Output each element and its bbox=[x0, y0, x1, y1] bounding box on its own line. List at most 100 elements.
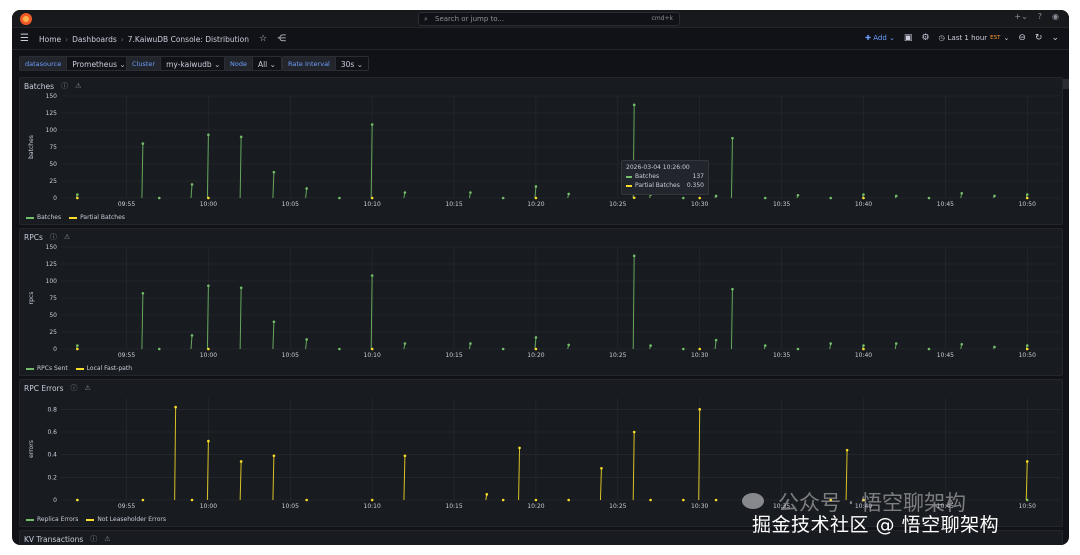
refresh-interval-chevron-icon[interactable]: ⌄ bbox=[1051, 33, 1059, 43]
data-point bbox=[272, 320, 276, 324]
series-line-segment bbox=[714, 340, 717, 350]
variable-node[interactable]: Node All ⌄ bbox=[224, 56, 282, 71]
data-point bbox=[632, 103, 636, 107]
tooltip-row: Partial Batches 0.350 bbox=[626, 182, 704, 189]
y-tick-label: 75 bbox=[49, 144, 57, 151]
data-point bbox=[698, 408, 702, 411]
series-line-segment bbox=[599, 468, 602, 501]
legend-item[interactable]: Partial Batches bbox=[69, 214, 125, 221]
data-point bbox=[370, 347, 374, 351]
variable-datasource[interactable]: datasource Prometheus ⌄ bbox=[19, 56, 132, 71]
x-tick-label: 10:15 bbox=[445, 503, 462, 510]
x-tick-label: 10:40 bbox=[855, 201, 872, 208]
variable-value[interactable]: my-kaiwudb ⌄ bbox=[161, 56, 227, 71]
x-tick-label: 10:00 bbox=[200, 201, 217, 208]
legend-swatch bbox=[69, 216, 78, 219]
panel-batches[interactable]: Batches ⓘ ⚠ 0 25 50 75 100 125 150 09:55 10:00 10… bbox=[19, 77, 1063, 225]
data-point bbox=[403, 191, 407, 194]
panel-rpcs[interactable]: RPCs ⓘ ⚠ 0 25 50 75 100 125 150 09:55 10:00 10:05… bbox=[19, 228, 1063, 376]
star-icon[interactable]: ☆ bbox=[259, 34, 267, 44]
y-axis-label: rpcs bbox=[28, 292, 35, 305]
legend-label: Partial Batches bbox=[80, 214, 125, 221]
variable-label: datasource bbox=[19, 56, 68, 71]
series-line-segment bbox=[174, 407, 177, 501]
plus-icon[interactable]: +⌄ bbox=[1014, 12, 1027, 21]
breadcrumb-home[interactable]: Home bbox=[39, 35, 61, 44]
breadcrumb-dashboards[interactable]: Dashboards bbox=[72, 35, 117, 44]
clock-icon: ◷ bbox=[938, 34, 945, 42]
legend-item[interactable]: RPCs Sent bbox=[26, 365, 68, 372]
menu-icon[interactable]: ☰ bbox=[20, 33, 29, 44]
x-tick-label: 09:55 bbox=[118, 201, 135, 208]
series-line-segment bbox=[239, 461, 242, 501]
data-point bbox=[305, 498, 308, 502]
data-point bbox=[1025, 196, 1029, 200]
warning-icon[interactable]: ⚠ bbox=[64, 233, 70, 241]
chart-batches[interactable]: 0 25 50 75 100 125 150 09:55 10:00 10:05 10:10 10:1… bbox=[20, 90, 1064, 226]
add-button[interactable]: ✚ Add ⌄ bbox=[865, 34, 895, 42]
warning-icon[interactable]: ⚠ bbox=[75, 82, 81, 90]
series-line-segment bbox=[272, 172, 275, 199]
save-icon[interactable]: ▣ bbox=[904, 33, 913, 43]
data-point bbox=[338, 347, 341, 351]
settings-icon[interactable]: ⚙ bbox=[921, 33, 929, 43]
series-line-segment bbox=[141, 143, 144, 199]
legend-item[interactable]: Local Fast-path bbox=[75, 365, 132, 372]
scrollbar-handle[interactable] bbox=[1063, 79, 1069, 89]
variable-value[interactable]: All ⌄ bbox=[252, 56, 282, 71]
x-tick-label: 10:20 bbox=[527, 503, 544, 510]
legend-label: Not Leaseholder Errors bbox=[97, 516, 166, 523]
help-icon[interactable]: ? bbox=[1038, 12, 1042, 21]
x-tick-label: 10:10 bbox=[364, 503, 381, 510]
x-tick-label: 10:15 bbox=[445, 352, 462, 359]
legend-swatch bbox=[75, 367, 84, 370]
data-point bbox=[272, 454, 276, 458]
data-point bbox=[796, 193, 800, 197]
x-tick-label: 09:55 bbox=[118, 503, 135, 510]
chart-rpcs[interactable]: 0 25 50 75 100 125 150 09:55 10:00 10:05 10:10 10:1… bbox=[20, 241, 1064, 377]
variable-value[interactable]: Prometheus ⌄ bbox=[67, 56, 132, 71]
grafana-logo-icon[interactable] bbox=[20, 13, 32, 25]
grafana-window: ⌕ Search or jump to... cmd+k +⌄ ? ◉ ☰ Ho… bbox=[12, 10, 1069, 545]
variable-cluster[interactable]: Cluster my-kaiwudb ⌄ bbox=[126, 56, 227, 71]
y-tick-label: 0.8 bbox=[47, 406, 57, 413]
x-tick-label: 10:10 bbox=[364, 201, 381, 208]
watermark: 公众号 · 悟空聊架构 掘金技术社区 @ 悟空聊架构 bbox=[742, 487, 1072, 545]
zoom-out-icon[interactable]: ⊖ bbox=[1018, 33, 1026, 43]
time-range-picker[interactable]: ◷ Last 1 hour EST ⌄ bbox=[939, 34, 1010, 42]
warning-icon[interactable]: ⚠ bbox=[85, 384, 91, 392]
data-point bbox=[1025, 347, 1029, 351]
x-tick-label: 10:35 bbox=[773, 352, 790, 359]
warning-icon[interactable]: ⚠ bbox=[104, 535, 110, 543]
legend-swatch bbox=[26, 367, 34, 370]
share-icon[interactable]: ⋲ bbox=[277, 34, 286, 44]
refresh-icon[interactable]: ↻ bbox=[1035, 33, 1043, 43]
series-line-segment bbox=[403, 455, 406, 501]
data-point bbox=[207, 284, 210, 288]
tooltip-swatch bbox=[626, 184, 632, 187]
data-point bbox=[469, 191, 472, 194]
legend-label: Batches bbox=[37, 214, 62, 221]
legend-item[interactable]: Not Leaseholder Errors bbox=[86, 516, 166, 523]
x-tick-label: 10:05 bbox=[282, 201, 299, 208]
series-line-segment bbox=[518, 447, 521, 501]
y-tick-label: 50 bbox=[49, 312, 57, 319]
info-icon[interactable]: ⓘ bbox=[90, 534, 97, 544]
news-icon[interactable]: ◉ bbox=[1052, 12, 1059, 21]
y-tick-label: 75 bbox=[49, 295, 57, 302]
time-range-label: Last 1 hour bbox=[947, 34, 988, 42]
data-point bbox=[796, 347, 800, 351]
chart-tooltip: 2026-03-04 10:26:00 Batches 137 Partial … bbox=[621, 160, 709, 195]
data-point bbox=[567, 192, 570, 196]
legend-item[interactable]: Batches bbox=[26, 214, 61, 221]
variable-rate-interval[interactable]: Rate Interval 30s ⌄ bbox=[282, 56, 369, 71]
search-input[interactable]: ⌕ Search or jump to... cmd+k bbox=[418, 12, 680, 26]
legend-item[interactable]: Replica Errors bbox=[26, 516, 78, 523]
x-tick-label: 09:55 bbox=[118, 352, 135, 359]
variable-value[interactable]: 30s ⌄ bbox=[335, 56, 369, 71]
data-point bbox=[370, 123, 374, 126]
data-point bbox=[190, 183, 194, 186]
data-point bbox=[141, 498, 145, 502]
breadcrumb-current: 7.KaiwuDB Console: Distribution bbox=[127, 34, 250, 44]
add-label: Add bbox=[873, 34, 887, 42]
